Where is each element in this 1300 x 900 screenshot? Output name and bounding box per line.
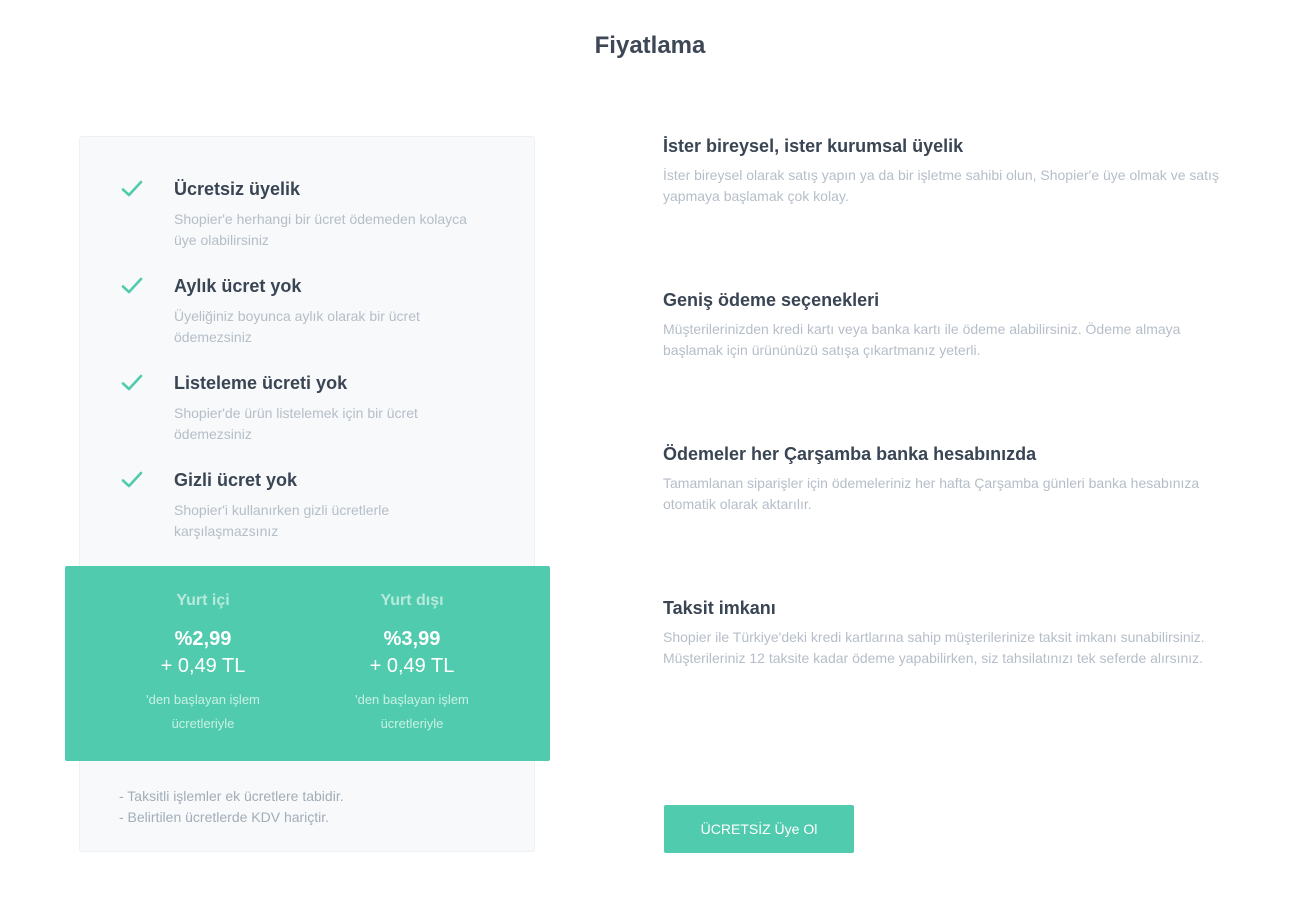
price-note: 'den başlayan işlem <box>146 692 260 707</box>
feature-description: Shopier'i kullanırken gizli ücretlerle k… <box>174 502 390 539</box>
feature-description: Shopier'e herhangi bir ücret ödemeden ko… <box>174 211 467 248</box>
benefit-membership: İster bireysel, ister kurumsal üyelik İs… <box>663 136 1223 207</box>
price-fee: + 0,49 TL <box>160 655 246 677</box>
benefit-payment-options: Geniş ödeme seçenekleri Müşterilerinizde… <box>663 290 1223 361</box>
price-note: ücretleriyle <box>171 716 235 731</box>
feature-title: Aylık ücret yok <box>174 276 302 296</box>
note-vat: - Belirtilen ücretlerde KDV hariçtir. <box>119 809 330 825</box>
price-percent: %3,99 <box>383 628 441 650</box>
benefit-wednesday-payouts: Ödemeler her Çarşamba banka hesabınızda … <box>663 444 1223 515</box>
benefit-installments: Taksit imkanı Shopier ile Türkiye'deki k… <box>663 598 1223 669</box>
price-fee: + 0,49 TL <box>369 655 455 677</box>
check-icon <box>121 180 143 197</box>
feature-title: Ücretsiz üyelik <box>174 179 301 199</box>
page-title: Fiyatlama <box>594 32 706 59</box>
price-note: 'den başlayan işlem <box>355 692 469 707</box>
benefit-description: Müşterilerinizden kredi kartı veya banka… <box>663 321 1181 358</box>
note-installment: - Taksitli işlemler ek ücretlere tabidir… <box>119 788 344 804</box>
check-icon <box>121 374 143 391</box>
price-label: Yurt dışı <box>380 592 444 609</box>
feature-title: Listeleme ücreti yok <box>174 373 348 393</box>
price-percent: %2,99 <box>174 628 232 650</box>
pricing-notes: - Taksitli işlemler ek ücretlere tabidir… <box>119 786 344 828</box>
feature-description: Üyeliğiniz boyunca aylık olarak bir ücre… <box>174 308 420 345</box>
check-icon <box>121 471 143 488</box>
feature-description: Shopier'de ürün listelemek için bir ücre… <box>174 405 418 442</box>
benefit-title: İster bireysel, ister kurumsal üyelik <box>663 136 964 156</box>
pricing-box: Yurt içi %2,99 + 0,49 TL 'den başlayan i… <box>65 566 550 761</box>
price-label: Yurt içi <box>176 592 230 609</box>
price-note: ücretleriyle <box>380 716 444 731</box>
benefit-description: Tamamlanan siparişler için ödemeleriniz … <box>663 475 1200 512</box>
feature-title: Gizli ücret yok <box>174 470 298 490</box>
check-icon <box>121 277 143 294</box>
benefit-title: Geniş ödeme seçenekleri <box>663 290 880 310</box>
benefit-description: Shopier ile Türkiye'deki kredi kartların… <box>663 629 1205 666</box>
signup-button[interactable]: ÜCRETSİZ Üye Ol <box>664 805 854 853</box>
benefit-description: İster bireysel olarak satış yapın ya da … <box>663 167 1219 204</box>
benefit-title: Taksit imkanı <box>663 598 776 618</box>
benefit-title: Ödemeler her Çarşamba banka hesabınızda <box>663 444 1037 464</box>
